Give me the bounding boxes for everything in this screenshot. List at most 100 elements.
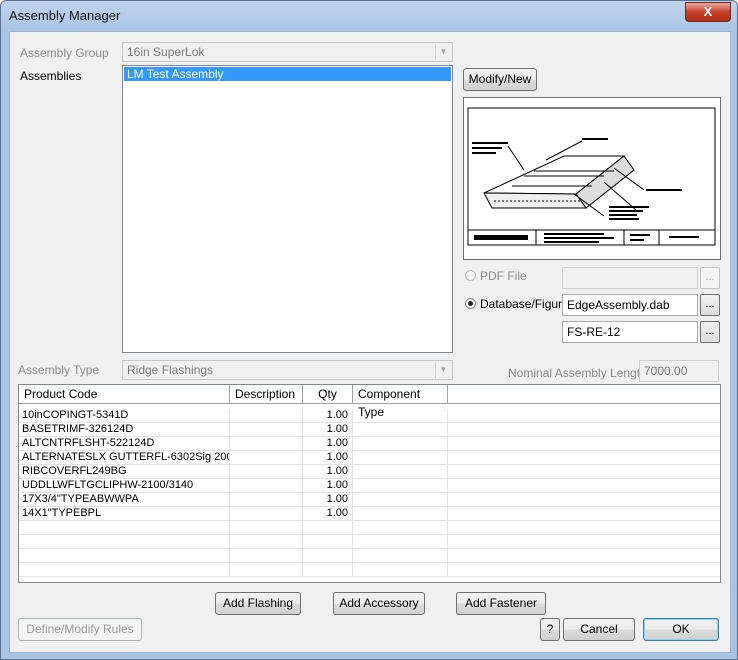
cell-qty[interactable] [303,521,353,535]
assembly-type-value: Ridge Flashings [127,363,214,377]
cell-description[interactable] [230,549,303,563]
close-button[interactable]: X [685,2,731,22]
cell-product-code[interactable]: ALTCNTRFLSHT-522124D [19,437,230,451]
cell-qty[interactable]: 1.00 [303,493,353,507]
cell-product-code[interactable] [19,563,230,577]
table-row[interactable]: 14X1"TYPEBPL 1.00 [19,507,720,521]
cell-description[interactable] [230,437,303,451]
cell-component-type[interactable] [353,493,448,507]
assembly-list-item[interactable]: LM Test Assembly [124,67,451,81]
assembly-group-select[interactable]: 16in SuperLok ▼ [122,42,453,62]
cell-product-code[interactable]: ALTERNATESLX GUTTERFL-6302Sig 200 [19,451,230,465]
cell-description[interactable] [230,409,303,423]
assembly-preview-image [463,97,721,260]
cell-qty[interactable]: 1.00 [303,423,353,437]
cell-component-type[interactable] [353,535,448,549]
cell-component-type[interactable] [353,479,448,493]
cell-description[interactable] [230,521,303,535]
cell-qty[interactable]: 1.00 [303,437,353,451]
figure-browse-button[interactable]: ... [700,321,720,343]
cell-product-code[interactable]: BASETRIMF-326124D [19,423,230,437]
cell-description[interactable] [230,535,303,549]
modify-new-button[interactable]: Modify/New [463,68,537,91]
table-empty-row[interactable] [19,535,720,549]
nominal-length-label: Nominal Assembly Length [508,366,647,380]
col-qty[interactable]: Qty [303,385,353,403]
database-figure-radio[interactable] [465,298,476,309]
cell-component-type[interactable] [353,521,448,535]
add-fastener-button[interactable]: Add Fastener [456,592,546,615]
cell-description[interactable] [230,563,303,577]
cell-description[interactable] [230,465,303,479]
table-row[interactable]: 10inCOPINGT-5341D 1.00 [19,409,720,423]
table-row[interactable]: BASETRIMF-326124D 1.00 [19,423,720,437]
cell-qty[interactable]: 1.00 [303,479,353,493]
cell-product-code[interactable]: UDDLLWFLTGCLIPHW-2100/3140 [19,479,230,493]
assembly-group-label: Assembly Group [20,46,109,60]
ridge-flashing-drawing [467,107,716,246]
chevron-down-icon: ▼ [435,44,451,60]
pdf-browse-button[interactable]: ... [700,267,720,289]
table-empty-row[interactable] [19,521,720,535]
col-component-type[interactable]: Component Type [353,385,448,419]
table-empty-row[interactable] [19,549,720,563]
table-empty-row[interactable] [19,563,720,577]
cell-description[interactable] [230,451,303,465]
add-flashing-button[interactable]: Add Flashing [215,592,301,615]
cell-product-code[interactable]: 10inCOPINGT-5341D [19,409,230,423]
cell-component-type[interactable] [353,409,448,423]
cell-qty[interactable] [303,549,353,563]
cell-description[interactable] [230,423,303,437]
cell-qty[interactable] [303,535,353,549]
define-modify-rules-button[interactable]: Define/Modify Rules [18,618,142,641]
pdf-file-path-input[interactable] [562,267,698,289]
cell-qty[interactable]: 1.00 [303,507,353,521]
cell-component-type[interactable] [353,451,448,465]
assemblies-listbox[interactable]: LM Test Assembly [122,65,453,353]
cell-product-code[interactable]: 17X3/4"TYPEABWWPA [19,493,230,507]
cell-description[interactable] [230,507,303,521]
title-bar: Assembly Manager X [1,1,737,31]
table-row[interactable]: ALTERNATESLX GUTTERFL-6302Sig 200 1.00 [19,451,720,465]
pdf-file-label: PDF File [480,269,527,283]
cell-product-code[interactable] [19,549,230,563]
components-table[interactable]: Product Code Description Qty Component T… [18,384,721,583]
cell-product-code[interactable] [19,535,230,549]
help-button[interactable]: ? [540,618,560,641]
cell-product-code[interactable]: RIBCOVERFL249BG [19,465,230,479]
cell-component-type[interactable] [353,563,448,577]
assembly-manager-window: Assembly Manager X Assembly Group 16in S… [0,0,738,660]
database-browse-button[interactable]: ... [700,294,720,316]
cell-product-code[interactable] [19,521,230,535]
cell-component-type[interactable] [353,437,448,451]
assembly-type-select[interactable]: Ridge Flashings ▼ [122,360,453,380]
cell-qty[interactable] [303,563,353,577]
cell-qty[interactable]: 1.00 [303,465,353,479]
cancel-button[interactable]: Cancel [563,618,635,641]
database-file-input[interactable]: EdgeAssembly.dab [562,294,698,316]
window-title: Assembly Manager [9,8,121,23]
cell-component-type[interactable] [353,507,448,521]
cell-component-type[interactable] [353,465,448,479]
nominal-length-input[interactable]: 7000.00 [639,360,719,382]
cell-component-type[interactable] [353,549,448,563]
ok-button[interactable]: OK [643,618,719,641]
cell-product-code[interactable]: 14X1"TYPEBPL [19,507,230,521]
figure-input[interactable]: FS-RE-12 [562,321,698,343]
database-figure-label: Database/Figure [480,297,569,311]
close-icon: X [703,4,713,19]
pdf-file-radio[interactable] [465,270,476,281]
table-row[interactable]: UDDLLWFLTGCLIPHW-2100/3140 1.00 [19,479,720,493]
cell-qty[interactable]: 1.00 [303,409,353,423]
table-row[interactable]: 17X3/4"TYPEABWWPA 1.00 [19,493,720,507]
col-description[interactable]: Description [230,385,303,403]
col-product-code[interactable]: Product Code [19,385,230,403]
add-accessory-button[interactable]: Add Accessory [333,592,425,615]
cell-qty[interactable]: 1.00 [303,451,353,465]
cell-description[interactable] [230,479,303,493]
cell-description[interactable] [230,493,303,507]
cell-component-type[interactable] [353,423,448,437]
table-row[interactable]: ALTCNTRFLSHT-522124D 1.00 [19,437,720,451]
assemblies-label: Assemblies [20,69,82,83]
table-row[interactable]: RIBCOVERFL249BG 1.00 [19,465,720,479]
